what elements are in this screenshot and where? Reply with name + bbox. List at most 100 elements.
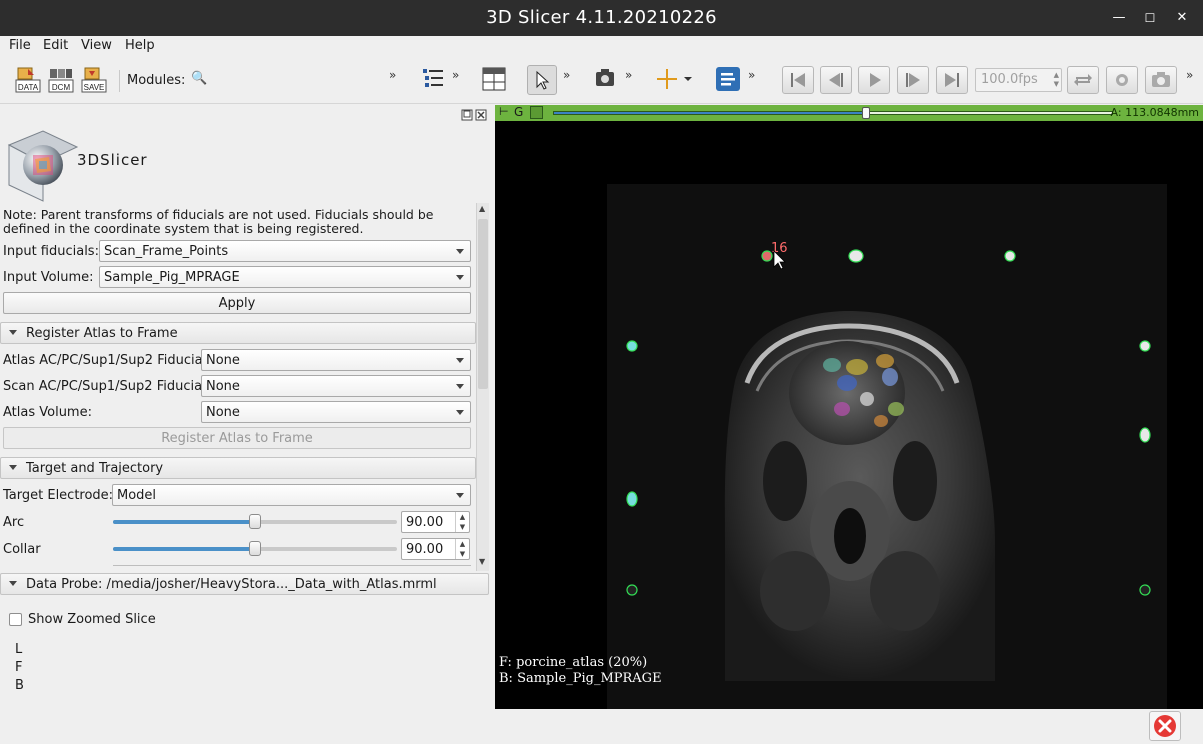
scroll-down-arrow[interactable]: ▼ — [479, 557, 485, 566]
toolbar-more-modules[interactable]: » — [389, 68, 396, 82]
select-mode-button[interactable] — [527, 65, 557, 95]
play-icon — [870, 73, 881, 87]
slice-view[interactable]: ⊢ G A: 113.0848mm 16 F: porcine_atlas (2… — [495, 105, 1203, 709]
snapshot-button[interactable] — [1145, 66, 1177, 94]
slicer-logo: 3DSlicer — [3, 125, 183, 205]
arc-slider-handle[interactable] — [249, 514, 261, 529]
apply-button[interactable]: Apply — [3, 292, 471, 314]
register-atlas-button[interactable]: Register Atlas to Frame — [3, 427, 471, 449]
toolbar-more-sequence[interactable]: » — [1186, 68, 1193, 82]
collar-label: Collar — [3, 542, 41, 557]
slice-offset-handle[interactable] — [862, 107, 871, 119]
pin-icon[interactable]: ⊢ — [499, 105, 509, 118]
toolbar-more-capture[interactable]: » — [625, 68, 632, 82]
save-button[interactable]: SAVE — [80, 66, 108, 94]
target-electrode-select[interactable]: Model — [112, 484, 471, 506]
probe-coord-b: B — [15, 678, 24, 693]
first-frame-button[interactable] — [782, 66, 814, 94]
show-zoomed-checkbox[interactable] — [9, 613, 22, 626]
toolbar-more-extensions[interactable]: » — [748, 68, 755, 82]
fiducial-marker[interactable] — [626, 340, 638, 352]
module-scrollbar[interactable]: ▲ ▼ — [476, 203, 489, 571]
arc-spinbox[interactable]: 90.00 ▲ ▼ — [401, 511, 470, 533]
screenshot-button[interactable] — [593, 66, 621, 94]
collar-slider[interactable] — [113, 541, 397, 556]
collar-value: 90.00 — [406, 542, 444, 557]
close-window-button[interactable]: ✕ — [1172, 8, 1192, 28]
fiducial-marker[interactable] — [1139, 427, 1151, 443]
menu-view[interactable]: View — [81, 38, 112, 53]
show-zoomed-label: Show Zoomed Slice — [28, 612, 156, 627]
atlas-fiducials-select[interactable]: None — [201, 349, 471, 371]
minimize-button[interactable]: — — [1109, 8, 1129, 28]
scrollbar-thumb[interactable] — [478, 219, 488, 389]
loop-button[interactable] — [1067, 66, 1099, 94]
input-fiducials-select[interactable]: Scan_Frame_Points — [99, 240, 471, 262]
panel-dock-icons[interactable] — [461, 109, 489, 121]
collar-slider-fill — [113, 547, 255, 551]
error-log-button[interactable] — [1149, 711, 1181, 741]
left-lower-tissue — [760, 551, 830, 631]
crosshair-button[interactable] — [654, 66, 692, 94]
fps-spin-arrows[interactable]: ▲ ▼ — [1054, 71, 1059, 89]
error-icon — [1154, 715, 1176, 737]
data-probe-title: Data Probe: /media/josher/HeavyStora..._… — [26, 577, 437, 592]
scan-fiducials-label: Scan AC/PC/Sup1/Sup2 Fiducials — [3, 379, 213, 394]
fiducial-marker[interactable] — [1139, 340, 1151, 352]
layout-button[interactable] — [481, 66, 509, 94]
input-volume-value: Sample_Pig_MPRAGE — [104, 270, 240, 285]
scan-fiducials-select[interactable]: None — [201, 375, 471, 397]
target-electrode-row: Target Electrode: Model — [0, 484, 476, 508]
atlas-volume-label: Atlas Volume: — [3, 405, 92, 420]
menu-file[interactable]: File — [9, 38, 31, 53]
slice-offset-slider[interactable] — [553, 107, 1113, 119]
last-frame-button[interactable] — [936, 66, 968, 94]
list-icon — [423, 69, 443, 87]
fiducial-marker[interactable] — [1004, 250, 1016, 262]
menu-edit[interactable]: Edit — [43, 38, 68, 53]
load-data-button[interactable]: DATA — [14, 66, 42, 94]
previous-frame-button[interactable] — [820, 66, 852, 94]
data-icon: DATA — [15, 67, 41, 93]
module-search-icon[interactable]: 🔍 — [191, 71, 207, 86]
scroll-up-arrow[interactable]: ▲ — [479, 204, 485, 213]
chevron-down-icon — [456, 493, 464, 498]
menu-help[interactable]: Help — [125, 38, 155, 53]
atlas-volume-select[interactable]: None — [201, 401, 471, 423]
toolbar-more-history[interactable]: » — [452, 68, 459, 82]
collar-spin-arrows[interactable]: ▲ ▼ — [455, 539, 469, 559]
input-volume-select[interactable]: Sample_Pig_MPRAGE — [99, 266, 471, 288]
target-trajectory-section-header[interactable]: Target and Trajectory — [0, 457, 476, 479]
record-button[interactable] — [1106, 66, 1138, 94]
foreground-label: F: porcine_atlas (20%) — [499, 655, 648, 670]
arc-label: Arc — [3, 515, 25, 530]
last-frame-icon — [945, 73, 959, 87]
register-atlas-section-header[interactable]: Register Atlas to Frame — [0, 322, 476, 344]
target-trajectory-section-title: Target and Trajectory — [26, 461, 164, 476]
play-button[interactable] — [858, 66, 890, 94]
collar-spinbox[interactable]: 90.00 ▲ ▼ — [401, 538, 470, 560]
fiducial-marker[interactable] — [848, 249, 864, 263]
fiducial-note: Note: Parent transforms of fiducials are… — [3, 207, 434, 236]
collar-slider-handle[interactable] — [249, 541, 261, 556]
load-dicom-button[interactable]: DCM — [47, 66, 75, 94]
next-frame-button[interactable] — [897, 66, 929, 94]
slice-offset-value: A: 113.0848mm — [1110, 106, 1199, 119]
fiducial-marker[interactable] — [626, 584, 638, 596]
fiducial-marker[interactable] — [626, 491, 638, 507]
data-probe-header[interactable]: Data Probe: /media/josher/HeavyStora..._… — [0, 573, 489, 595]
extensions-button[interactable] — [715, 66, 743, 94]
arc-spin-arrows[interactable]: ▲ ▼ — [455, 512, 469, 532]
link-icon[interactable] — [530, 106, 543, 119]
snapshot-camera-icon — [1152, 72, 1170, 87]
chevron-down-icon — [456, 358, 464, 363]
fps-spinbox[interactable]: 100.0fps ▲ ▼ — [975, 68, 1062, 92]
arc-slider[interactable] — [113, 514, 397, 529]
modules-label: Modules: — [127, 73, 186, 88]
right-lower-tissue — [870, 551, 940, 631]
fiducial-marker[interactable] — [1139, 584, 1151, 596]
maximize-button[interactable]: ☐ — [1140, 8, 1160, 28]
toolbar-more-mouse[interactable]: » — [563, 68, 570, 82]
module-list-button[interactable] — [421, 66, 449, 94]
toolbar-separator — [119, 70, 120, 92]
